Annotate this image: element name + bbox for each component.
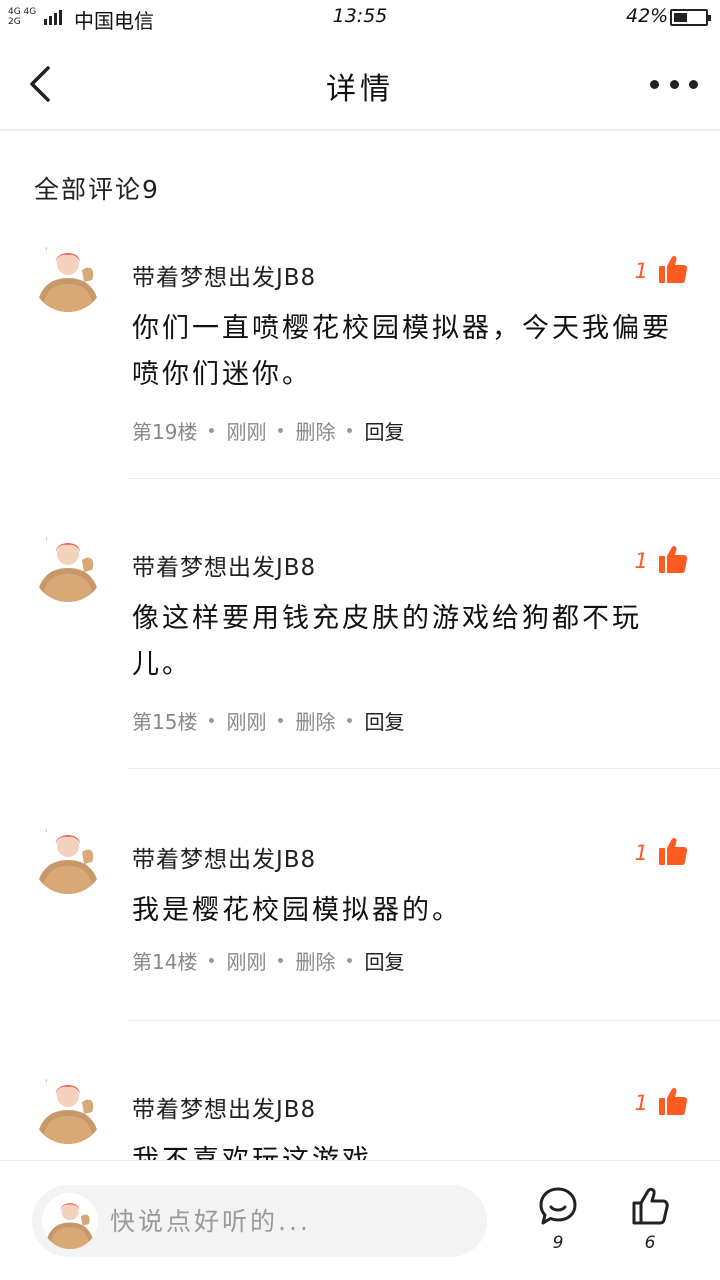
avatar[interactable] xyxy=(32,822,104,894)
delete-button[interactable]: 删除 xyxy=(295,416,335,445)
comment-username[interactable]: 带着梦想出发JB8 xyxy=(132,840,316,874)
comment-time: 刚刚 xyxy=(226,710,267,734)
like-count-button[interactable]: 6 xyxy=(625,1185,675,1253)
comments-section-title: 全部评论9 xyxy=(34,175,160,204)
separator-dot xyxy=(347,958,353,963)
separator-dot xyxy=(209,958,215,963)
comment-floor: 第15楼 xyxy=(132,710,198,734)
comment-username[interactable]: 带着梦想出发JB8 xyxy=(132,258,316,292)
comment-like-count: 1 xyxy=(634,841,648,865)
reply-button[interactable]: 回复 xyxy=(364,706,404,735)
thumbs-up-icon xyxy=(658,254,688,288)
separator-dot xyxy=(347,718,353,723)
comment-username[interactable]: 带着梦想出发JB8 xyxy=(132,548,316,582)
comment-text: 我是樱花校园模拟器的。 xyxy=(132,895,462,926)
reply-button[interactable]: 回复 xyxy=(364,416,404,445)
comment-input-box[interactable] xyxy=(32,1185,487,1257)
divider xyxy=(128,1020,720,1021)
separator-dot xyxy=(209,718,215,723)
separator-dot xyxy=(278,428,284,433)
comment-input[interactable] xyxy=(110,1199,470,1243)
comment-like-button[interactable]: 1 xyxy=(635,1086,688,1120)
avatar[interactable] xyxy=(32,1072,104,1144)
separator-dot xyxy=(347,428,353,433)
nav-bar: 详情 xyxy=(0,36,720,131)
comment-floor: 第14楼 xyxy=(132,950,198,974)
reply-button[interactable]: 回复 xyxy=(364,946,404,975)
delete-button[interactable]: 删除 xyxy=(295,706,335,735)
comment-like-count: 1 xyxy=(634,1091,648,1115)
thumbs-up-icon xyxy=(658,1086,688,1120)
battery-percent: 42% xyxy=(626,5,669,27)
comment-username[interactable]: 带着梦想出发JB8 xyxy=(132,1090,316,1124)
comment-like-button[interactable]: 1 xyxy=(635,544,688,578)
separator-dot xyxy=(278,718,284,723)
separator-dot xyxy=(278,958,284,963)
comment-like-button[interactable]: 1 xyxy=(635,254,688,288)
comment-like-count: 1 xyxy=(634,549,648,573)
more-button[interactable] xyxy=(650,74,698,94)
comment-like-button[interactable]: 1 xyxy=(635,836,688,870)
comment-bubble-icon xyxy=(539,1187,577,1225)
thumbs-up-icon xyxy=(632,1187,669,1225)
battery-icon xyxy=(670,9,711,26)
more-dots-icon xyxy=(650,79,659,89)
avatar[interactable] xyxy=(32,530,104,602)
avatar[interactable] xyxy=(32,240,104,312)
comment-meta: 第19楼 刚刚 删除 回复 xyxy=(132,416,404,445)
comment-text: 你们一直喷樱花校园模拟器，今天我偏要喷你们迷你。 xyxy=(132,313,672,390)
comment-count-button[interactable]: 9 xyxy=(533,1185,583,1253)
page-title: 详情 xyxy=(326,72,394,107)
comment-like-count: 1 xyxy=(634,259,648,283)
comment-count: 9 xyxy=(552,1233,564,1253)
bottom-bar: 9 6 xyxy=(0,1160,720,1280)
comment-text: 像这样要用钱充皮肤的游戏给狗都不玩儿。 xyxy=(132,603,642,680)
thumbs-up-icon xyxy=(658,544,688,578)
divider xyxy=(128,768,720,769)
comment-floor: 第19楼 xyxy=(132,420,198,444)
comment-time: 刚刚 xyxy=(226,420,267,444)
divider xyxy=(128,478,720,479)
comment-time: 刚刚 xyxy=(226,950,267,974)
clock: 13:55 xyxy=(332,5,388,27)
thumbs-up-icon xyxy=(658,836,688,870)
like-count: 6 xyxy=(644,1233,656,1253)
comment-meta: 第14楼 刚刚 删除 回复 xyxy=(132,946,404,975)
comment-meta: 第15楼 刚刚 删除 回复 xyxy=(132,706,404,735)
delete-button[interactable]: 删除 xyxy=(295,946,335,975)
status-bar: 4G 4G 2G 中国电信 13:55 42% xyxy=(0,0,720,36)
separator-dot xyxy=(209,428,215,433)
avatar xyxy=(42,1193,98,1249)
